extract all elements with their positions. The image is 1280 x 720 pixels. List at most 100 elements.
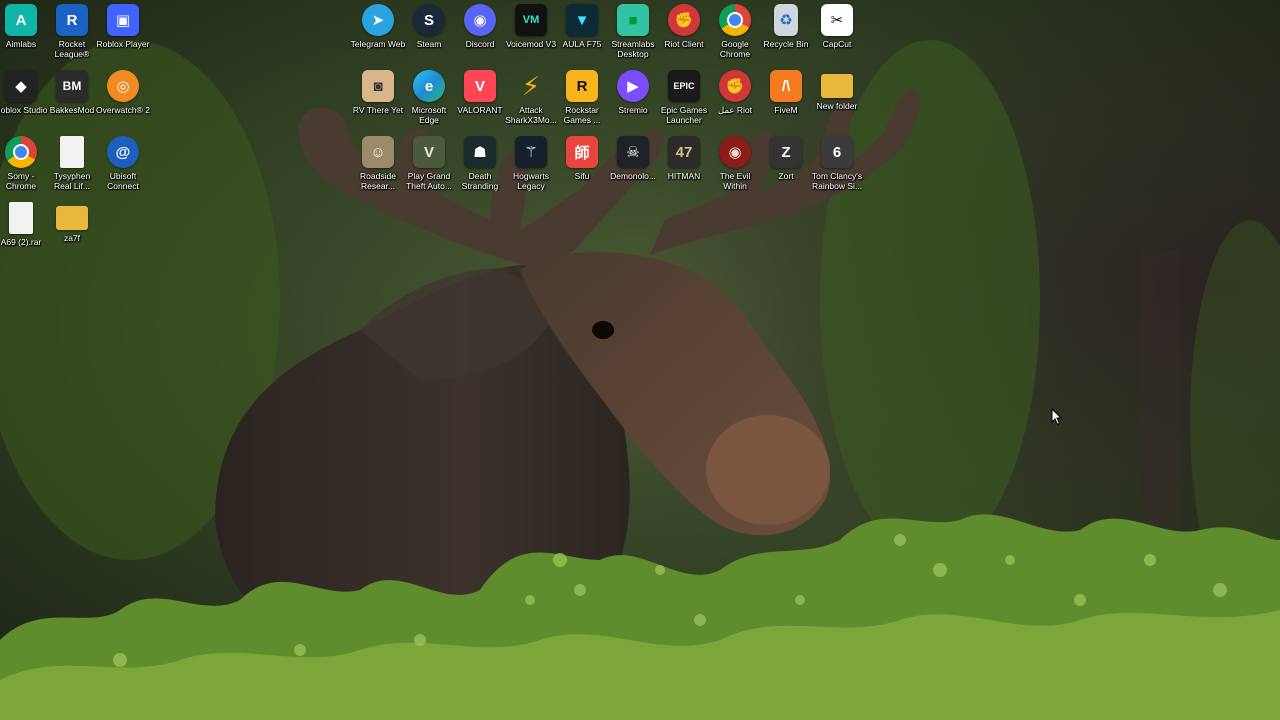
desktop-icon-label: Rocket League® [54,39,90,59]
stremio-icon: ▶ [617,70,649,102]
desktop-icon-zort[interactable]: Z Zort [761,136,811,200]
riot-icon: ✊ [719,70,751,102]
zort-icon: Z [770,136,802,168]
valorant-icon: V [464,70,496,102]
desktop-icon-rv-there-yet[interactable]: ◙ RV There Yet [353,70,403,134]
desktop-icon-epic-games[interactable]: EPIC Epic Games Launcher [659,70,709,134]
desktop-icon-label: Steam [416,39,442,49]
desktop-icon-label: عمل Riot [718,105,752,115]
desktop-icon-capcut[interactable]: ✂ CapCut [812,4,862,68]
rockstar-icon: R [566,70,598,102]
aula-keyboard-icon: ▼ [566,4,598,36]
desktop-icon-label: FiveM [774,105,798,115]
desktop-icon-roblox-player[interactable]: ▣ Roblox Player [96,4,150,68]
capcut-icon: ✂ [821,4,853,36]
desktop-icon-rainbow-six[interactable]: 6 Tom Clancy's Rainbow Si... [812,136,862,200]
steam-icon: S [413,4,445,36]
attack-shark-icon: ⚡ [521,70,541,101]
desktop-icon-riot[interactable]: ✊ عمل Riot [710,70,760,134]
hitman-icon: 47 [668,136,700,168]
desktop-icon-tysyphen[interactable]: Tysyphen Real Lif... [47,136,97,200]
desktop-icon-label: Sifu [574,171,590,181]
desktop-icon-label: Roblox Player [96,39,150,49]
mouse-pointer-icon [1051,408,1063,426]
desktop-icon-a69-rar[interactable]: A69 (2).rar [0,202,46,266]
desktop-icon-hogwarts-legacy[interactable]: ⚚ Hogwarts Legacy [506,136,556,200]
desktop-icon-fivem[interactable]: /\ FiveM [761,70,811,134]
desktop-icon-riot-client[interactable]: ✊ Riot Client [659,4,709,68]
desktop-icon-demonologist[interactable]: ☠ Demonolo... [608,136,658,200]
desktop-icon-roblox-studio[interactable]: ◆ Roblox Studio [0,70,48,134]
desktop-icon-hitman[interactable]: 47 HITMAN [659,136,709,200]
edge-icon: e [413,70,445,102]
desktop-icon-label: Death Stranding [461,171,499,191]
desktop-icon-evil-within[interactable]: ◉ The Evil Within [710,136,760,200]
desktop-icon-rockstar[interactable]: R Rockstar Games ... [557,70,607,134]
chrome-icon [719,4,751,36]
desktop-icon-roadside-research[interactable]: ☺ Roadside Resear... [353,136,403,200]
aimlabs-icon: A [5,4,37,36]
gta-icon: V [413,136,445,168]
desktop-icon-za7f[interactable]: za7f [47,202,97,266]
desktop-icon-label: Ubisoft Connect [107,171,139,191]
desktop-icon-label: Google Chrome [719,39,751,59]
desktop-icon-label: HITMAN [667,171,701,181]
desktop-icon-death-stranding[interactable]: ☗ Death Stranding [455,136,505,200]
archive-file-icon [9,202,33,234]
desktop-icon-gta[interactable]: V Play Grand Theft Auto... [404,136,454,200]
folder-icon [56,206,88,230]
desktop-icon-chrome-profile[interactable]: Somy - Chrome [0,136,46,200]
desktop-icon-recycle-bin[interactable]: ♻ Recycle Bin [761,4,811,68]
chrome-profile-icon [5,136,37,168]
sifu-icon: 師 [566,136,598,168]
fivem-icon: /\ [770,70,802,102]
desktop-icon-label: Voicemod V3 [505,39,557,49]
desktop-icon-label: Microsoft Edge [411,105,447,125]
desktop-icon-rocket-league[interactable]: R Rocket League® [47,4,97,68]
death-stranding-icon: ☗ [464,136,496,168]
desktop-icon-label: Play Grand Theft Auto... [406,171,452,191]
desktop-icon-new-folder[interactable]: New folder [812,70,862,134]
desktop-icon-label: za7f [63,233,81,243]
desktop-icon-sifu[interactable]: 師 Sifu [557,136,607,200]
desktop-icon-edge[interactable]: e Microsoft Edge [404,70,454,134]
desktop-icon-valorant[interactable]: V VALORANT [455,70,505,134]
desktop-icon-label: Roblox Studio [0,105,48,115]
desktop-icon-steam[interactable]: S Steam [404,4,454,68]
desktop-icon-telegram[interactable]: ➤ Telegram Web [350,4,406,68]
desktop-icon-label: Stremio [618,105,648,115]
desktop-icon-google-chrome[interactable]: Google Chrome [710,4,760,68]
desktop-icon-label: Streamlabs Desktop [611,39,655,59]
desktop-icon-label: Rockstar Games ... [563,105,601,125]
desktop-icon-ubisoft-connect[interactable]: @ Ubisoft Connect [98,136,148,200]
desktop-icon-label: A69 (2).rar [0,237,42,247]
desktop-icon-label: Telegram Web [350,39,406,49]
streamlabs-icon: ■ [617,4,649,36]
recycle-bin-icon: ♻ [774,4,798,36]
desktop-icon-discord[interactable]: ◉ Discord [455,4,505,68]
ubisoft-connect-icon: @ [107,136,139,168]
desktop-icon-label: Somy - Chrome [5,171,37,191]
roblox-studio-icon: ◆ [5,70,37,102]
desktop-icon-label: Aimlabs [5,39,37,49]
desktop-icon-aula-f75[interactable]: ▼ AULA F75 [557,4,607,68]
desktop-icon-attack-shark[interactable]: ⚡ Attack SharkX3Mo... [505,70,557,134]
bakkesmod-icon: BM [56,70,88,102]
desktop-icon-label: Roadside Resear... [360,171,396,191]
roadside-research-icon: ☺ [362,136,394,168]
desktop-icon-label: Hogwarts Legacy [513,171,549,191]
desktop-icon-voicemod[interactable]: VM Voicemod V3 [506,4,556,68]
desktop-icon-label: BakkesMod [49,105,95,115]
desktop-icon-stremio[interactable]: ▶ Stremio [608,70,658,134]
desktop-icon-aimlabs[interactable]: A Aimlabs [0,4,46,68]
demonologist-icon: ☠ [617,136,649,168]
desktop-icon-bakkesmod[interactable]: BM BakkesMod [47,70,97,134]
desktop-icon-streamlabs[interactable]: ■ Streamlabs Desktop [608,4,658,68]
desktop-icon-overwatch[interactable]: ◎ Overwatch® 2 [96,70,150,134]
desktop-icon-label: New folder [816,101,858,111]
rv-there-yet-icon: ◙ [362,70,394,102]
desktop-icon-label: Demonolo... [610,171,656,181]
desktop-icon-label: RV There Yet [352,105,404,115]
hogwarts-legacy-icon: ⚚ [515,136,547,168]
folder-icon [821,74,853,98]
